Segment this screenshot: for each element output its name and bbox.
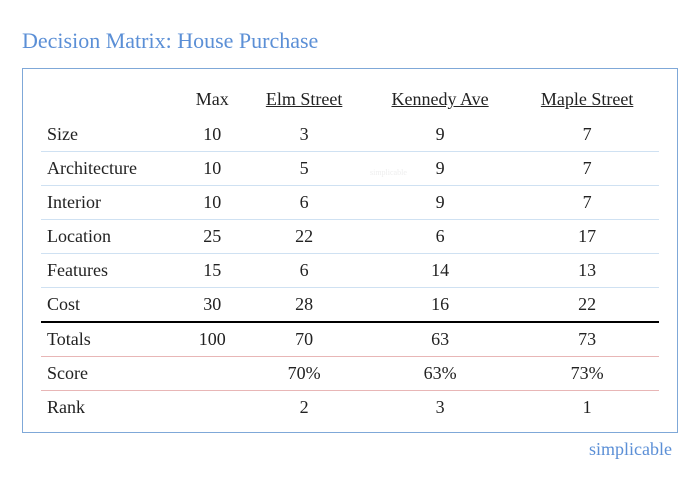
decision-matrix-table: Max Elm Street Kennedy Ave Maple Street … <box>41 85 659 424</box>
cell-value: 22 <box>243 220 365 254</box>
cell-value: 13 <box>515 254 659 288</box>
cell-value: 6 <box>243 254 365 288</box>
col-option-1: Kennedy Ave <box>365 85 515 118</box>
cell-max: 30 <box>181 288 243 323</box>
cell-value: 63% <box>365 357 515 391</box>
attribution: simplicable <box>0 433 700 460</box>
cell-value: 17 <box>515 220 659 254</box>
cell-value: 16 <box>365 288 515 323</box>
cell-value: 1 <box>515 391 659 425</box>
table-row: Location 25 22 6 17 <box>41 220 659 254</box>
score-label: Score <box>41 357 181 391</box>
cell-value: 73% <box>515 357 659 391</box>
cell-max: 10 <box>181 152 243 186</box>
cell-value: 14 <box>365 254 515 288</box>
cell-value: 28 <box>243 288 365 323</box>
cell-value: 7 <box>515 152 659 186</box>
header-row: Max Elm Street Kennedy Ave Maple Street <box>41 85 659 118</box>
col-option-2: Maple Street <box>515 85 659 118</box>
cell-max <box>181 357 243 391</box>
col-max: Max <box>181 85 243 118</box>
matrix-frame: Max Elm Street Kennedy Ave Maple Street … <box>22 68 678 433</box>
cell-value: 63 <box>365 322 515 357</box>
table-row: Cost 30 28 16 22 <box>41 288 659 323</box>
rank-label: Rank <box>41 391 181 425</box>
cell-value: 9 <box>365 118 515 152</box>
criterion-label: Location <box>41 220 181 254</box>
criterion-label: Size <box>41 118 181 152</box>
cell-max: 10 <box>181 186 243 220</box>
cell-value: 9 <box>365 186 515 220</box>
cell-max: 15 <box>181 254 243 288</box>
cell-value: 9 <box>365 152 515 186</box>
cell-value: 70% <box>243 357 365 391</box>
table-row: Architecture 10 5 9 7 <box>41 152 659 186</box>
criterion-label: Features <box>41 254 181 288</box>
totals-row: Totals 100 70 63 73 <box>41 322 659 357</box>
cell-value: 7 <box>515 118 659 152</box>
criterion-label: Interior <box>41 186 181 220</box>
cell-max: 25 <box>181 220 243 254</box>
table-row: Size 10 3 9 7 <box>41 118 659 152</box>
cell-value: 6 <box>365 220 515 254</box>
score-row: Score 70% 63% 73% <box>41 357 659 391</box>
cell-max: 100 <box>181 322 243 357</box>
cell-max: 10 <box>181 118 243 152</box>
table-row: Interior 10 6 9 7 <box>41 186 659 220</box>
cell-value: 2 <box>243 391 365 425</box>
cell-value: 73 <box>515 322 659 357</box>
cell-value: 3 <box>243 118 365 152</box>
cell-max <box>181 391 243 425</box>
criterion-label: Cost <box>41 288 181 323</box>
totals-label: Totals <box>41 322 181 357</box>
cell-value: 5 <box>243 152 365 186</box>
cell-value: 70 <box>243 322 365 357</box>
cell-value: 3 <box>365 391 515 425</box>
page-title: Decision Matrix: House Purchase <box>0 0 700 68</box>
col-option-0: Elm Street <box>243 85 365 118</box>
rank-row: Rank 2 3 1 <box>41 391 659 425</box>
cell-value: 6 <box>243 186 365 220</box>
cell-value: 7 <box>515 186 659 220</box>
table-row: Features 15 6 14 13 <box>41 254 659 288</box>
cell-value: 22 <box>515 288 659 323</box>
criterion-label: Architecture <box>41 152 181 186</box>
